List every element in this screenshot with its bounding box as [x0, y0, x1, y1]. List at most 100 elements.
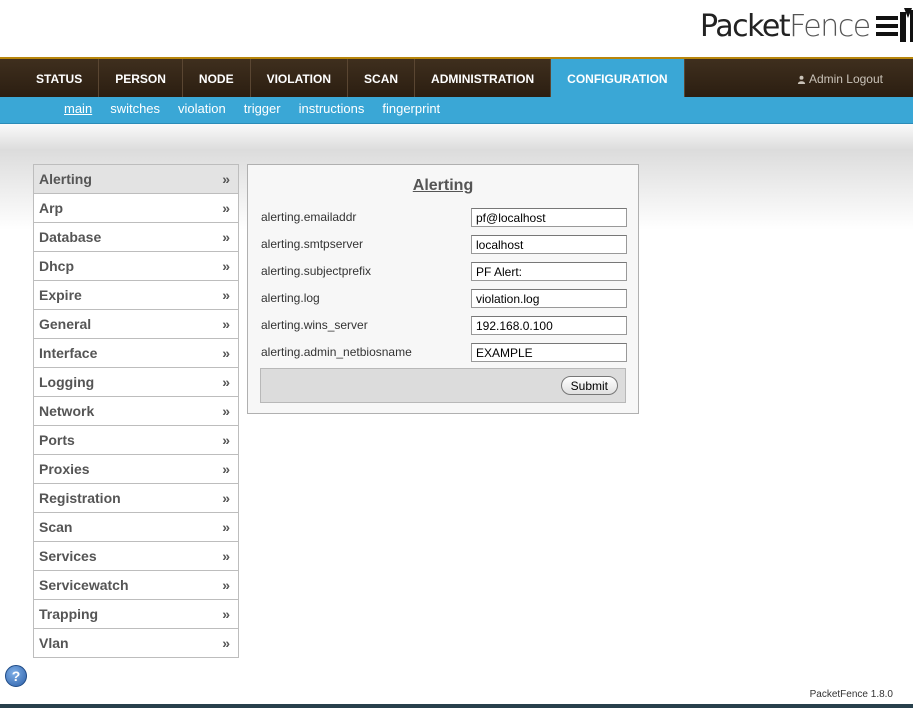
nav-person[interactable]: PERSON: [99, 59, 183, 99]
double-chevron-icon: »: [222, 577, 230, 593]
sidebar-item-proxies[interactable]: Proxies »: [34, 455, 238, 484]
sidebar-item-ports[interactable]: Ports »: [34, 426, 238, 455]
field-row-emailaddr: alerting.emailaddr: [261, 208, 627, 228]
double-chevron-icon: »: [222, 432, 230, 448]
sub-navigation: main switches violation trigger instruct…: [0, 97, 913, 124]
double-chevron-icon: »: [222, 461, 230, 477]
sidebar-item-servicewatch[interactable]: Servicewatch »: [34, 571, 238, 600]
sidebar-item-registration[interactable]: Registration »: [34, 484, 238, 513]
wins-server-input[interactable]: [471, 316, 627, 335]
submit-bar: Submit: [260, 368, 626, 403]
sidebar-item-network[interactable]: Network »: [34, 397, 238, 426]
nav-status[interactable]: STATUS: [20, 59, 100, 99]
subnav-switches[interactable]: switches: [110, 97, 160, 123]
admin-logout-link[interactable]: Admin Logout: [797, 59, 883, 99]
sidebar-item-label: Network: [39, 403, 95, 419]
double-chevron-icon: »: [222, 635, 230, 651]
field-row-subjectprefix: alerting.subjectprefix: [261, 262, 627, 282]
double-chevron-icon: »: [222, 403, 230, 419]
logo-text: PacketFence: [700, 8, 871, 44]
packetfence-logo: PacketFence: [700, 2, 913, 50]
double-chevron-icon: »: [222, 287, 230, 303]
double-chevron-icon: »: [222, 606, 230, 622]
double-chevron-icon: »: [222, 171, 230, 187]
sidebar-item-expire[interactable]: Expire »: [34, 281, 238, 310]
sidebar-item-label: Dhcp: [39, 258, 74, 274]
sidebar-item-label: Logging: [39, 374, 95, 390]
sidebar-item-label: Registration: [39, 490, 121, 506]
double-chevron-icon: »: [222, 258, 230, 274]
double-chevron-icon: »: [222, 519, 230, 535]
admin-logout-label: Admin Logout: [808, 72, 883, 86]
sidebar-item-label: Scan: [39, 519, 73, 535]
sidebar-item-general[interactable]: General »: [34, 310, 238, 339]
admin-netbiosname-input[interactable]: [471, 343, 627, 362]
subnav-main[interactable]: main: [64, 97, 92, 123]
emailaddr-input[interactable]: [471, 208, 627, 227]
sidebar-item-label: Vlan: [39, 635, 69, 651]
config-sidebar: Alerting » Arp » Database » Dhcp » Expire » G…: [33, 164, 239, 658]
sidebar-item-label: Servicewatch: [39, 577, 129, 593]
subnav-trigger[interactable]: trigger: [244, 97, 281, 123]
field-row-admin-netbiosname: alerting.admin_netbiosname: [261, 343, 627, 363]
logo-text-fence: Fence: [789, 8, 871, 44]
sidebar-item-alerting[interactable]: Alerting »: [34, 165, 238, 194]
subnav-instructions[interactable]: instructions: [299, 97, 365, 123]
double-chevron-icon: »: [222, 345, 230, 361]
sidebar-item-label: General: [39, 316, 92, 332]
sidebar-item-label: Database: [39, 229, 102, 245]
alerting-settings-panel: Alerting alerting.emailaddr alerting.smt…: [247, 164, 639, 414]
logo-text-packet: Packet: [700, 8, 791, 44]
sidebar-item-vlan[interactable]: Vlan »: [34, 629, 238, 657]
double-chevron-icon: »: [222, 490, 230, 506]
fence-logo-icon: [875, 8, 913, 42]
field-row-log: alerting.log: [261, 289, 627, 309]
sidebar-item-label: Alerting: [39, 171, 92, 187]
field-label: alerting.emailaddr: [261, 210, 357, 224]
sidebar-item-arp[interactable]: Arp »: [34, 194, 238, 223]
sidebar-item-logging[interactable]: Logging »: [34, 368, 238, 397]
double-chevron-icon: »: [222, 548, 230, 564]
sidebar-item-label: Expire: [39, 287, 82, 303]
sidebar-item-database[interactable]: Database »: [34, 223, 238, 252]
nav-administration[interactable]: ADMINISTRATION: [415, 59, 552, 99]
main-navigation: STATUS PERSON NODE VIOLATION SCAN ADMINI…: [0, 57, 913, 99]
double-chevron-icon: »: [222, 200, 230, 216]
sidebar-item-label: Trapping: [39, 606, 99, 622]
sidebar-item-interface[interactable]: Interface »: [34, 339, 238, 368]
nav-configuration[interactable]: CONFIGURATION: [551, 59, 685, 99]
field-label: alerting.subjectprefix: [261, 264, 372, 278]
sidebar-item-label: Services: [39, 548, 97, 564]
nav-violation[interactable]: VIOLATION: [251, 59, 349, 99]
field-label: alerting.log: [261, 291, 320, 305]
log-input[interactable]: [471, 289, 627, 308]
sidebar-item-dhcp[interactable]: Dhcp »: [34, 252, 238, 281]
version-label: PacketFence 1.8.0: [809, 689, 893, 700]
sidebar-item-scan[interactable]: Scan »: [34, 513, 238, 542]
sidebar-item-label: Ports: [39, 432, 75, 448]
footer-divider: [0, 704, 913, 708]
field-label: alerting.wins_server: [261, 318, 368, 332]
subnav-violation[interactable]: violation: [178, 97, 226, 123]
subnav-fingerprint[interactable]: fingerprint: [382, 97, 440, 123]
subjectprefix-input[interactable]: [471, 262, 627, 281]
sidebar-item-services[interactable]: Services »: [34, 542, 238, 571]
field-label: alerting.admin_netbiosname: [261, 345, 412, 359]
smtpserver-input[interactable]: [471, 235, 627, 254]
field-row-smtpserver: alerting.smtpserver: [261, 235, 627, 255]
sidebar-item-trapping[interactable]: Trapping »: [34, 600, 238, 629]
sidebar-item-label: Arp: [39, 200, 64, 216]
field-row-wins-server: alerting.wins_server: [261, 316, 627, 336]
panel-title: Alerting: [412, 177, 474, 194]
nav-node[interactable]: NODE: [183, 59, 251, 99]
double-chevron-icon: »: [222, 316, 230, 332]
sidebar-item-label: Proxies: [39, 461, 90, 477]
sidebar-item-label: Interface: [39, 345, 98, 361]
submit-button[interactable]: Submit: [560, 376, 618, 395]
double-chevron-icon: »: [222, 374, 230, 390]
help-icon[interactable]: ?: [5, 665, 27, 687]
nav-scan[interactable]: SCAN: [348, 59, 416, 99]
double-chevron-icon: »: [222, 229, 230, 245]
person-icon: [797, 75, 806, 84]
field-label: alerting.smtpserver: [261, 237, 364, 251]
